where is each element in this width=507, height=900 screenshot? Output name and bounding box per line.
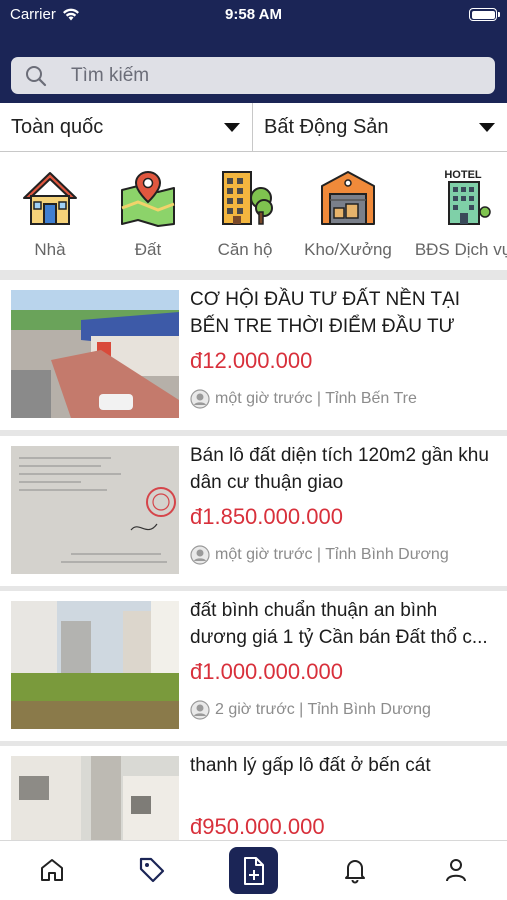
listing-title: CƠ HỘI ĐẦU TƯ ĐẤT NỀN TẠI BẾN TRE THỜI Đ… bbox=[190, 289, 461, 337]
listing-meta: 2 giờ trước | Tỉnh Bình Dương bbox=[190, 700, 431, 720]
category-warehouse[interactable]: Kho/Xưởng bbox=[298, 168, 398, 260]
listing-card[interactable]: Bán lô đất diện tích 120m2 gần khu dân c… bbox=[0, 436, 507, 586]
listing-time-location: 2 giờ trước | Tỉnh Bình Dương bbox=[215, 701, 431, 718]
listing-card[interactable]: đất bình chuẩn thuận an bình dương giá 1… bbox=[0, 591, 507, 741]
category-house[interactable]: Nhà bbox=[0, 168, 100, 260]
listing-card[interactable]: thanh lý gấp lô đất ở bến cát đ950.000.0… bbox=[0, 746, 507, 840]
listing-title: thanh lý gấp lô đất ở bến cát bbox=[190, 755, 431, 776]
listing-price: đ1.000.000.000 bbox=[190, 659, 343, 684]
category-land[interactable]: Đất bbox=[98, 168, 198, 260]
region-dropdown[interactable]: Toàn quốc bbox=[0, 103, 253, 151]
listing-photo bbox=[11, 756, 179, 840]
bottom-nav bbox=[0, 840, 507, 900]
user-avatar-icon bbox=[190, 389, 210, 409]
category-apartment[interactable]: Căn hộ bbox=[195, 168, 295, 260]
listing-title: đất bình chuẩn thuận an bình dương giá 1… bbox=[190, 600, 488, 648]
category-dropdown[interactable]: Bất Động Sản bbox=[253, 103, 507, 151]
listing-meta: một giờ trước | Tỉnh Bình Dương bbox=[190, 545, 449, 565]
listing-time-location: một giờ trước | Tỉnh Bến Tre bbox=[215, 390, 417, 407]
listing-time-location: một giờ trước | Tỉnh Bình Dương bbox=[215, 546, 449, 563]
hotel-sign: HOTEL bbox=[444, 169, 482, 181]
listing-price: đ12.000.000 bbox=[190, 348, 313, 373]
category-label: BĐS Dịch vụ bbox=[414, 240, 507, 259]
listing-card[interactable]: CƠ HỘI ĐẦU TƯ ĐẤT NỀN TẠI BẾN TRE THỜI Đ… bbox=[0, 280, 507, 430]
user-avatar-icon bbox=[190, 545, 210, 565]
user-avatar-icon bbox=[190, 700, 210, 720]
listing-price: đ950.000.000 bbox=[190, 814, 325, 839]
profile-icon[interactable] bbox=[441, 855, 471, 885]
region-value: Toàn quốc bbox=[11, 115, 104, 138]
status-bar: Carrier 9:58 AM bbox=[0, 0, 507, 30]
listing-meta: một giờ trước | Tỉnh Bến Tre bbox=[190, 389, 417, 409]
listing-photo bbox=[11, 601, 179, 729]
search-icon bbox=[26, 66, 47, 87]
category-label: Đất bbox=[134, 240, 162, 259]
listing-photo bbox=[11, 446, 179, 574]
bell-icon[interactable] bbox=[340, 855, 370, 885]
category-label: Kho/Xưởng bbox=[304, 240, 392, 259]
caret-down-icon bbox=[224, 123, 240, 132]
category-label: Nhà bbox=[34, 240, 66, 259]
category-label: Căn hộ bbox=[217, 240, 273, 259]
warehouse-icon bbox=[321, 171, 375, 225]
listing-price: đ1.850.000.000 bbox=[190, 504, 343, 529]
app-screen: Carrier 9:58 AM Toàn quốc Bất bbox=[0, 0, 507, 900]
category-service-property[interactable]: HOTEL BĐS Dịch vụ bbox=[413, 168, 507, 260]
listing-title: Bán lô đất diện tích 120m2 gần khu dân c… bbox=[190, 445, 489, 493]
apartment-building-icon bbox=[222, 171, 273, 225]
status-time: 9:58 AM bbox=[225, 6, 282, 23]
tag-icon[interactable] bbox=[137, 855, 167, 885]
post-listing-button[interactable] bbox=[229, 847, 278, 894]
separator bbox=[0, 270, 507, 280]
caret-down-icon bbox=[479, 123, 495, 132]
land-map-icon bbox=[121, 170, 175, 227]
category-strip: Nhà Đất Căn hộ Kho/Xưởng HOTEL BĐS Dịch … bbox=[0, 152, 507, 270]
search-input[interactable] bbox=[71, 57, 481, 94]
house-icon bbox=[23, 172, 77, 225]
header: Carrier 9:58 AM bbox=[0, 0, 507, 103]
filter-bar: Toàn quốc Bất Động Sản bbox=[0, 103, 507, 152]
listing-photo bbox=[11, 290, 179, 418]
battery-icon bbox=[469, 8, 500, 21]
hotel-icon: HOTEL bbox=[444, 169, 491, 225]
home-icon[interactable] bbox=[37, 855, 67, 885]
search-bar[interactable] bbox=[11, 57, 495, 94]
post-listing-icon bbox=[243, 856, 264, 885]
category-value: Bất Động Sản bbox=[264, 115, 389, 138]
